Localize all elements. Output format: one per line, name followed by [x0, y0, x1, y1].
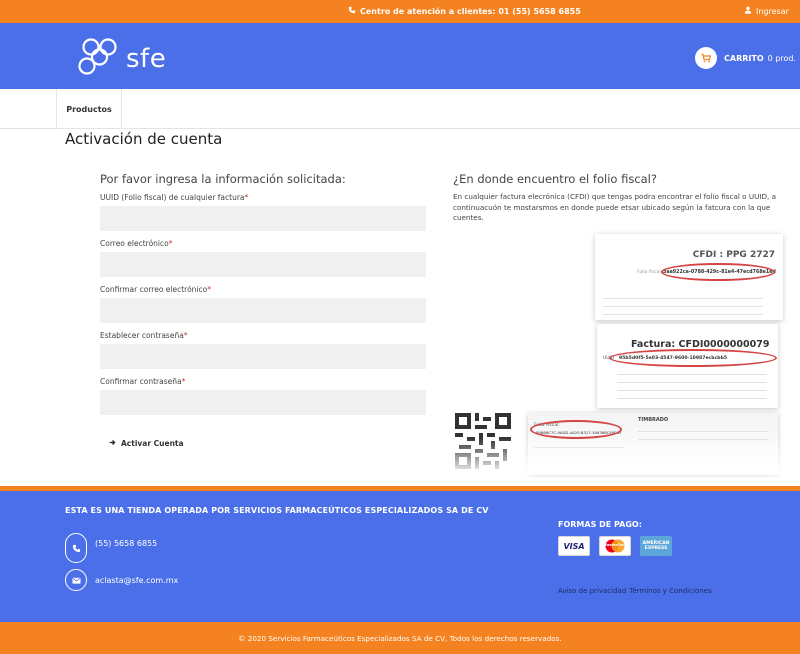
confirm-email-label: Confirmar correo electrónico*: [100, 285, 211, 294]
visa-card-icon: VISA: [558, 536, 590, 556]
uuid-label: UUID (Folio fiscal) de cualquier factura…: [100, 193, 249, 202]
terms-link[interactable]: Términos y Condiciones: [629, 587, 711, 595]
password-label: Establecer contraseña*: [100, 331, 188, 340]
footer-phone: (55) 5658 6855: [65, 533, 157, 563]
copyright-text: © 2020 Servicios Farmaceúticos Especiali…: [238, 633, 562, 643]
main-nav: Productos: [0, 89, 800, 129]
page-title: Activación de cuenta: [65, 130, 223, 148]
activate-account-label: Activar Cuenta: [121, 439, 184, 448]
user-icon: [744, 6, 752, 16]
cart-count: 0 prod.: [767, 53, 796, 63]
logo-text: sfe: [126, 44, 167, 74]
privacy-link[interactable]: Aviso de privacidad: [558, 587, 626, 595]
phone-icon: [65, 533, 87, 563]
confirm-email-field[interactable]: [100, 298, 426, 323]
footer-email: aclasta@sfe.com.mx: [65, 569, 178, 591]
cart-button[interactable]: CARRITO 0 prod.: [695, 47, 796, 69]
contact-text: Centro de atención a clientes: 01 (55) 5…: [360, 6, 581, 16]
form-heading: Por favor ingresa la información solicit…: [100, 172, 346, 186]
nav-item-productos[interactable]: Productos: [56, 89, 122, 129]
arrow-right-icon: [109, 439, 116, 448]
phone-icon: [348, 6, 356, 16]
activate-account-button[interactable]: Activar Cuenta: [109, 439, 184, 448]
confirm-password-field[interactable]: [100, 390, 426, 415]
email-field[interactable]: [100, 252, 426, 277]
payment-cards: VISA MasterCard AMERICAN EXPRESS: [558, 536, 672, 556]
copyright-bar: © 2020 Servicios Farmaceúticos Especiali…: [0, 622, 800, 654]
help-text: En cualquier factura elecrónica (CFDI) q…: [453, 192, 776, 222]
invoice-3-title: TIMBRADO: [638, 417, 669, 423]
confirm-password-label: Confirmar contraseña*: [100, 377, 186, 386]
mastercard-icon: MasterCard: [599, 536, 631, 556]
highlight-oval: [609, 349, 777, 367]
uuid-field[interactable]: [100, 206, 426, 231]
invoice-1-folio-label: Folio fiscal:: [637, 270, 663, 275]
invoice-examples: CFDI : PPG 2727 Folio fiscal: 3aa922ca-0…: [453, 230, 783, 475]
site-footer: ESTA ES UNA TIENDA OPERADA POR SERVICIOS…: [0, 491, 800, 622]
highlight-oval: [661, 263, 775, 281]
contact-info: Centro de atención a clientes: 01 (55) 5…: [348, 6, 581, 16]
help-heading: ¿En donde encuentro el folio fiscal?: [453, 172, 657, 186]
login-label: Ingresar: [756, 6, 789, 16]
amex-card-icon: AMERICAN EXPRESS: [640, 536, 672, 556]
top-bar: Centro de atención a clientes: 01 (55) 5…: [0, 0, 800, 23]
cart-label: CARRITO: [724, 53, 764, 63]
site-logo[interactable]: sfe: [78, 37, 166, 81]
invoice-example-2: Factura: CFDI0000000079 UUID 95b5d0f5-5e…: [597, 324, 778, 408]
payment-methods-title: FORMAS DE PAGO:: [558, 520, 642, 529]
cart-icon: [695, 47, 717, 69]
legal-links: Aviso de privacidad Términos y Condicion…: [558, 587, 712, 595]
footer-title: ESTA ES UNA TIENDA OPERADA POR SERVICIOS…: [65, 506, 489, 515]
logo-icon: [78, 37, 122, 81]
login-link[interactable]: Ingresar: [744, 6, 789, 16]
site-header: sfe CARRITO 0 prod.: [0, 23, 800, 89]
password-field[interactable]: [100, 344, 426, 369]
invoice-example-1: CFDI : PPG 2727 Folio fiscal: 3aa922ca-0…: [595, 234, 783, 320]
mail-icon: [65, 569, 87, 591]
footer-email-text[interactable]: aclasta@sfe.com.mx: [95, 576, 178, 585]
email-label: Correo electrónico*: [100, 239, 173, 248]
footer-phone-text: (55) 5658 6855: [95, 538, 158, 548]
invoice-1-title: CFDI : PPG 2727: [692, 250, 775, 260]
highlight-oval: [530, 420, 622, 439]
